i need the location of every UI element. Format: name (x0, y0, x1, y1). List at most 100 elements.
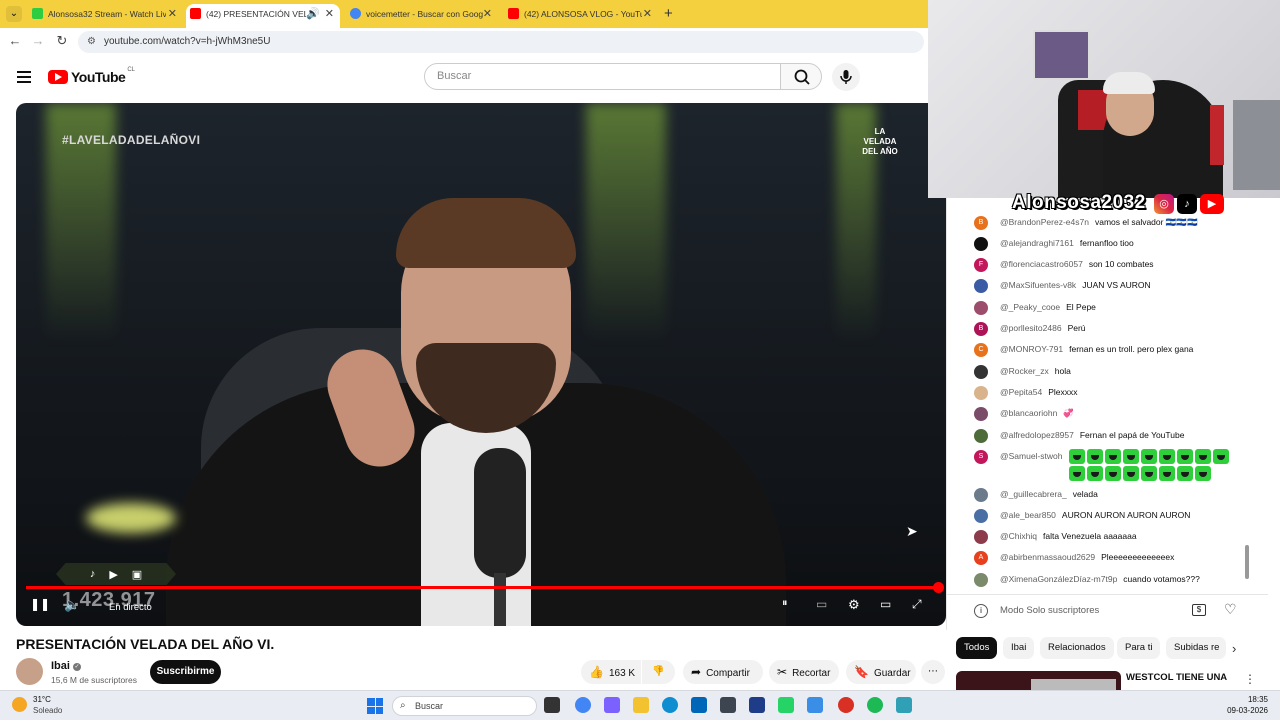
chat-avatar[interactable]: B (974, 216, 988, 230)
chat-avatar[interactable]: B (974, 322, 988, 336)
network-app-icon[interactable] (896, 697, 912, 713)
chat-author[interactable]: @BrandonPerez-e4s7n (1000, 216, 1089, 229)
reload-icon[interactable]: ↻ (53, 33, 71, 49)
pause-button[interactable]: ❚❚ (30, 597, 50, 611)
chrome-icon[interactable] (575, 697, 591, 713)
copilot-icon[interactable] (604, 697, 620, 713)
chat-message[interactable]: A @abirbenmassaoud2629 Pleeeeeeeeeeeeex (974, 551, 1174, 569)
subtitles-icon[interactable]: ▭ (816, 597, 827, 611)
chat-author[interactable]: @abirbenmassaoud2629 (1000, 551, 1095, 564)
chat-author[interactable]: @ale_bear850 (1000, 509, 1056, 522)
search-button[interactable] (780, 63, 822, 90)
tab-voicemetter-search[interactable]: voicemetter - Buscar con Goog ✕ (346, 4, 498, 28)
chat-avatar[interactable] (974, 530, 988, 544)
chat-author[interactable]: @alejandraghi7161 (1000, 237, 1074, 250)
chat-author[interactable]: @MaxSifuentes-v8k (1000, 279, 1076, 292)
chip-subidas[interactable]: Subidas re (1166, 637, 1226, 659)
chip-todos[interactable]: Todos (956, 637, 998, 659)
obs-icon[interactable] (720, 697, 736, 713)
file-explorer-icon[interactable] (633, 697, 649, 713)
chat-message[interactable]: @MaxSifuentes-v8k JUAN VS AURON (974, 279, 1151, 297)
save-button[interactable]: 🔖 Guardar (846, 660, 916, 684)
visual-studio-icon[interactable] (749, 697, 765, 713)
tab-close-icon[interactable]: ✕ (325, 4, 334, 24)
chat-avatar[interactable]: C (974, 343, 988, 357)
tab-close-icon[interactable]: ✕ (168, 4, 177, 24)
chat-scrollbar[interactable] (1245, 545, 1249, 579)
chevron-right-icon[interactable]: › (1232, 641, 1236, 656)
chat-message[interactable]: @alfredolopez8957 Fernan el papá de YouTu… (974, 429, 1184, 447)
edge-icon[interactable] (662, 697, 678, 713)
forward-arrow-icon[interactable]: → (29, 33, 47, 48)
dislike-button[interactable]: 👎 (642, 660, 675, 684)
chat-author[interactable]: @Samuel-stwoh (1000, 450, 1062, 463)
tab-close-icon[interactable]: ✕ (643, 4, 652, 24)
video-player[interactable]: #LAVELADADELAÑOVI LA VELADA DEL AÑO ♪ ▶ … (16, 103, 946, 626)
settings-gear-icon[interactable]: ⚙ (848, 597, 860, 613)
chat-message[interactable]: @XimenaGonzálezDíaz-m7t9p cuando votamos?… (974, 573, 1200, 591)
chat-message[interactable]: @_Peaky_cooe El Pepe (974, 301, 1096, 319)
speaker-icon[interactable]: 🔊 (306, 4, 320, 24)
volume-icon[interactable]: 🔈 (64, 597, 80, 613)
subscribe-button[interactable]: Suscribirme (150, 660, 221, 684)
fullscreen-icon[interactable]: ⤢ (912, 597, 922, 612)
chat-author[interactable]: @blancaoriohn (1000, 407, 1057, 420)
chip-ibai[interactable]: Ibai (1003, 637, 1035, 659)
recommended-thumbnail[interactable] (956, 671, 1121, 691)
progress-scrubber[interactable] (933, 582, 944, 593)
theater-mode-icon[interactable]: ▭ (880, 597, 891, 611)
tab-search-menu-icon[interactable]: ⌄ (6, 6, 22, 22)
store-icon[interactable] (691, 697, 707, 713)
taskbar-search[interactable]: ⌕ Buscar (392, 696, 537, 716)
youtube-logo[interactable]: YouTube CL (48, 67, 135, 85)
chat-avatar[interactable] (974, 279, 988, 293)
tab-close-icon[interactable]: ✕ (483, 4, 492, 24)
chat-author[interactable]: @Pepita54 (1000, 386, 1042, 399)
chat-message[interactable]: @_guillecabrera_ velada (974, 488, 1098, 506)
chat-avatar[interactable] (974, 365, 988, 379)
clip-button[interactable]: ✂ Recortar (769, 660, 839, 684)
chat-avatar[interactable] (974, 301, 988, 315)
chat-avatar[interactable] (974, 429, 988, 443)
chat-author[interactable]: @XimenaGonzálezDíaz-m7t9p (1000, 573, 1117, 586)
chat-author[interactable]: @florenciacastro6057 (1000, 258, 1083, 271)
voice-search-button[interactable] (832, 63, 860, 91)
whatsapp-icon[interactable] (778, 697, 794, 713)
tab-alonsosa-vlog[interactable]: (42) ALONSOSA VLOG - YouTu ✕ (504, 4, 658, 28)
tab-presentacion-velada[interactable]: (42) PRESENTACIÓN VELADA 🔊 ✕ (186, 4, 340, 28)
chip-para-ti[interactable]: Para ti (1117, 637, 1161, 659)
autoplay-toggle[interactable]: ⏸ (782, 597, 788, 610)
super-chat-icon[interactable]: $ (1192, 604, 1206, 616)
chat-author[interactable]: @_guillecabrera_ (1000, 488, 1067, 501)
chat-author[interactable]: @porllesito2486 (1000, 322, 1062, 335)
chat-message[interactable]: @Pepita54 Plexxxx (974, 386, 1077, 404)
chat-message[interactable]: @ale_bear850 AURON AURON AURON AURON (974, 509, 1190, 527)
chat-avatar[interactable] (974, 407, 988, 421)
channel-name-link[interactable]: Ibai ✓ (51, 660, 81, 672)
chat-avatar[interactable]: A (974, 551, 988, 565)
record-app-icon[interactable] (838, 697, 854, 713)
search-input[interactable]: Buscar (424, 63, 781, 90)
channel-avatar[interactable] (16, 658, 43, 685)
recommended-title[interactable]: WESTCOL TIENE UNA (1126, 672, 1236, 690)
chat-avatar[interactable]: F (974, 258, 988, 272)
chat-message[interactable]: B @porllesito2486 Perú (974, 322, 1086, 340)
more-vert-icon[interactable]: ⋮ (1244, 672, 1256, 686)
chat-avatar[interactable] (974, 488, 988, 502)
chip-relacionados[interactable]: Relacionados (1040, 637, 1114, 659)
chat-message[interactable]: B @BrandonPerez-e4s7n vamos el salvador 🇸🇻… (974, 216, 1198, 234)
chat-message[interactable]: @alejandraghi7161 fernanfloo tioo (974, 237, 1134, 255)
more-actions-button[interactable]: ⋯ (921, 660, 945, 684)
chat-avatar[interactable] (974, 237, 988, 251)
chat-avatar[interactable] (974, 573, 988, 587)
chat-author[interactable]: @_Peaky_cooe (1000, 301, 1060, 314)
chat-author[interactable]: @MONROY-791 (1000, 343, 1063, 356)
mail-icon[interactable] (807, 697, 823, 713)
chat-avatar[interactable]: S (974, 450, 988, 464)
task-view-icon[interactable] (544, 697, 560, 713)
chat-message[interactable]: F @florenciacastro6057 son 10 combates (974, 258, 1154, 276)
chat-author[interactable]: @Rocker_zx (1000, 365, 1049, 378)
chat-message[interactable]: C @MONROY-791 fernan es un troll. pero ple… (974, 343, 1193, 361)
chat-message[interactable]: S @Samuel-stwoh (974, 450, 1068, 468)
share-button[interactable]: ➦ Compartir (683, 660, 763, 684)
